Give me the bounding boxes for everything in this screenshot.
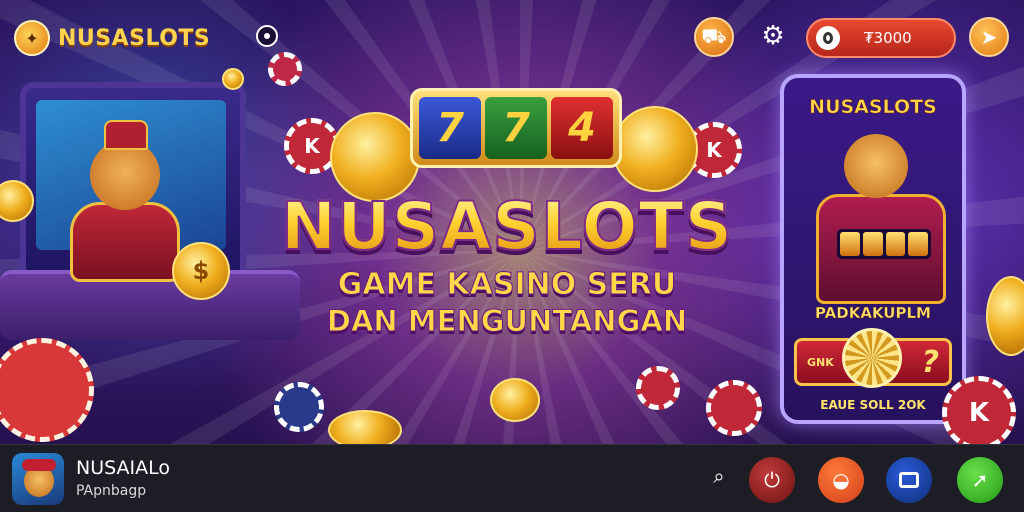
bottom-app-bar: NUSAIALo PApnbagp ⌕ ⏻ ◒ ➚ — [0, 444, 1024, 512]
coin-icon — [490, 378, 540, 422]
app-avatar[interactable] — [12, 453, 64, 505]
search-icon[interactable]: ⌕ — [707, 464, 731, 488]
balance-value: ₮3000 — [864, 29, 912, 47]
window-button[interactable] — [886, 457, 932, 503]
power-icon: ⏻ — [764, 468, 780, 492]
coin-icon: $ — [172, 242, 230, 300]
dot-ring-icon[interactable] — [256, 25, 278, 47]
app-name: NUSAIALo — [76, 457, 171, 479]
phone-title: NUSASLOTS — [809, 96, 937, 119]
hero-title: NUSASLOTS — [262, 187, 752, 266]
logo-text: NUSASLOTS — [58, 25, 211, 51]
gamepad-button[interactable]: ◒ — [818, 457, 864, 503]
logo-icon: ✦ — [14, 20, 50, 56]
brand-logo[interactable]: ✦ NUSASLOTS — [14, 20, 210, 56]
square-icon — [899, 472, 919, 488]
phone-label: PADKAKUPLM — [815, 304, 931, 322]
lion-mascot-left — [60, 120, 180, 282]
slot-reel: 7 — [419, 97, 481, 159]
hero-subtitle-1: GAME KASINO SERU — [337, 267, 677, 303]
casino-chip-icon — [636, 366, 680, 410]
casino-chip-icon — [706, 380, 762, 436]
top-bar: ✦ NUSASLOTS ⛟ ⚙ ₮3000 ➤ — [0, 0, 1024, 76]
casino-chip-icon — [274, 382, 324, 432]
go-button[interactable]: ➚ — [957, 457, 1003, 503]
slot-reel: 7 — [485, 97, 547, 159]
hero-headline: NUSASLOTS GAME KASINO SERU DAN MENGUNTAN… — [262, 187, 752, 339]
casino-chip-icon: K — [942, 376, 1016, 450]
phone-footer: EAUE SOLL 2OK — [820, 398, 926, 412]
arrow-icon[interactable]: ➤ — [969, 17, 1009, 57]
coin-icon — [612, 106, 698, 192]
gamepad-icon: ◒ — [832, 468, 850, 492]
coin-icon — [816, 26, 840, 50]
app-screen: ✦ NUSASLOTS ⛟ ⚙ ₮3000 ➤ $ K K 7 7 4 NUSA… — [0, 0, 1024, 512]
arrow-icon: ➚ — [971, 468, 989, 492]
slot-reels: 7 7 4 — [410, 88, 622, 168]
phone-panel-text: GNK — [807, 355, 834, 369]
app-subtitle: PApnbagp — [76, 483, 147, 499]
gear-icon[interactable]: ⚙ — [757, 20, 789, 52]
cart-icon[interactable]: ⛟ — [694, 17, 734, 57]
hero-subtitle-2: DAN MENGUNTANGAN — [326, 304, 688, 339]
casino-chip-icon — [268, 52, 302, 86]
fan-icon — [842, 328, 902, 388]
power-button[interactable]: ⏻ — [749, 457, 795, 503]
phone-panel-symbol: ? — [921, 344, 939, 380]
coin-icon — [222, 68, 244, 90]
promo-phone[interactable]: NUSASLOTS PADKAKUPLM GNK ? EAUE SOLL 2OK — [780, 74, 966, 424]
balance-pill[interactable]: ₮3000 — [806, 18, 956, 58]
slot-reel: 4 — [551, 97, 613, 159]
